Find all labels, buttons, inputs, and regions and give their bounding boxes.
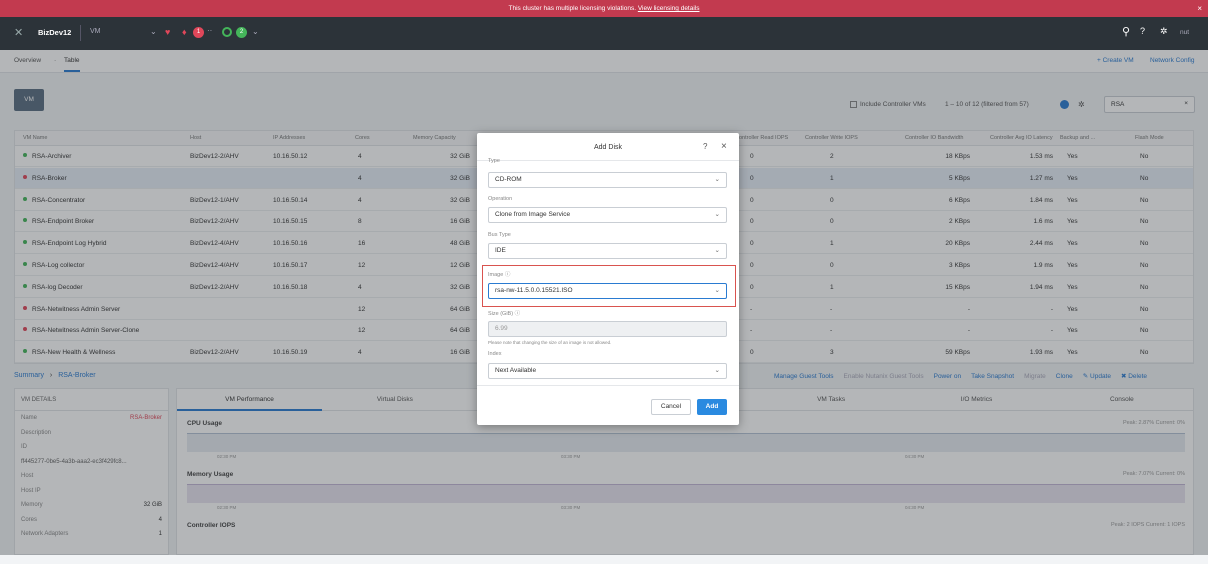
chevron-down-icon: ⌄ xyxy=(714,247,720,254)
index-label: Index xyxy=(488,351,502,357)
image-select[interactable]: rsa-nw-11.5.0.0.15521.ISO ⌄ xyxy=(488,283,727,299)
more-icon[interactable]: ·· xyxy=(207,26,212,35)
size-note: Please note that changing the size of an… xyxy=(488,340,612,345)
cluster-name[interactable]: BizDev12 xyxy=(38,28,71,37)
operation-select[interactable]: Clone from Image Service ⌄ xyxy=(488,207,727,223)
index-select[interactable]: Next Available ⌄ xyxy=(488,363,727,379)
help-icon[interactable]: ? xyxy=(703,142,707,151)
cancel-button[interactable]: Cancel xyxy=(651,399,691,415)
chevron-down-icon: ⌄ xyxy=(714,367,720,374)
type-select[interactable]: CD-ROM ⌄ xyxy=(488,172,727,188)
add-disk-dialog: Add Disk ? × Type CD-ROM ⌄ Operation Clon… xyxy=(477,133,739,425)
add-button[interactable]: Add xyxy=(697,399,727,415)
info-icon: ⓘ xyxy=(514,311,521,317)
bus-type-select[interactable]: IDE ⌄ xyxy=(488,243,727,259)
alert-count-badge[interactable]: 1 xyxy=(193,27,204,38)
type-label: Type xyxy=(488,158,500,164)
close-icon[interactable]: × xyxy=(721,141,727,152)
license-banner: This cluster has multiple licensing viol… xyxy=(0,0,1208,17)
gear-icon[interactable]: ✲ xyxy=(1160,26,1168,37)
top-navigation-bar: ✕ BizDev12 VM ⌄ ♥ ♦ 1 ·· 2 ⌄ ⚲ ? ✲ nut xyxy=(0,17,1208,50)
info-icon: ⓘ xyxy=(504,272,511,278)
size-label: Size (GiB) ⓘ xyxy=(488,311,521,317)
bell-icon[interactable]: ♦ xyxy=(182,27,187,37)
licensing-details-link[interactable]: View licensing details xyxy=(638,5,700,12)
section-dropdown[interactable]: VM xyxy=(90,28,101,35)
heart-icon[interactable]: ♥ xyxy=(165,27,170,37)
image-label: Image ⓘ xyxy=(488,272,511,278)
chevron-down-icon: ⌄ xyxy=(714,287,720,294)
help-icon[interactable]: ? xyxy=(1140,26,1145,36)
dialog-title: Add Disk xyxy=(593,144,622,151)
size-input: 6.99 xyxy=(488,321,727,337)
task-circle-icon[interactable] xyxy=(222,27,232,37)
operation-label: Operation xyxy=(488,196,513,202)
close-icon[interactable]: × xyxy=(1197,0,1202,17)
chevron-down-icon: ⌄ xyxy=(714,211,720,218)
chevron-down-icon[interactable]: ⌄ xyxy=(252,27,259,36)
search-icon[interactable]: ⚲ xyxy=(1122,25,1130,38)
task-count-badge[interactable]: 2 xyxy=(236,27,247,38)
dialog-header: Add Disk ? × xyxy=(477,133,739,161)
chevron-down-icon: ⌄ xyxy=(714,176,720,183)
user-menu[interactable]: nut xyxy=(1180,29,1189,36)
banner-text: This cluster has multiple licensing viol… xyxy=(508,5,637,12)
logo-icon[interactable]: ✕ xyxy=(14,26,23,39)
chevron-down-icon[interactable]: ⌄ xyxy=(150,27,157,36)
bus-type-label: Bus Type xyxy=(488,232,511,238)
